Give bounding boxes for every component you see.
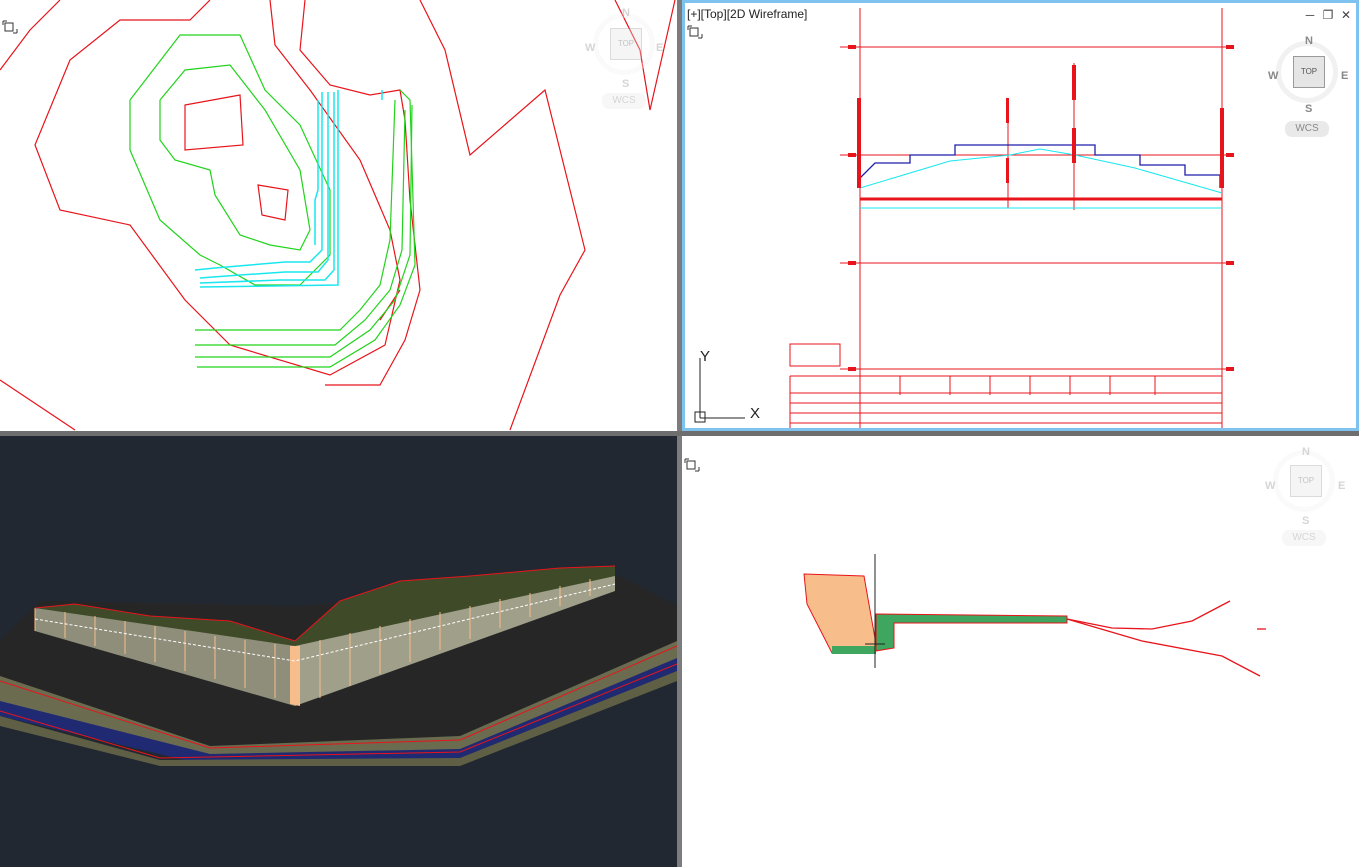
compass-south[interactable]: S xyxy=(1302,515,1309,527)
viewport-label[interactable]: [+][Top][2D Wireframe] xyxy=(687,7,807,21)
profile-viewport[interactable]: [+][Top][2D Wireframe] ─ ❐ ✕ N S W E TOP… xyxy=(682,0,1359,431)
wcs-menu[interactable]: WCS xyxy=(602,93,646,109)
wcs-menu[interactable]: WCS xyxy=(1282,530,1326,546)
compass-east[interactable]: E xyxy=(1341,70,1348,82)
compass-west[interactable]: W xyxy=(1265,480,1275,492)
viewcube[interactable]: N S W E TOP WCS xyxy=(580,5,670,125)
compass-north[interactable]: N xyxy=(622,7,630,19)
viewport-controls: ─ ❐ ✕ xyxy=(1304,9,1352,21)
compass-south[interactable]: S xyxy=(1305,103,1312,115)
minimize-icon[interactable]: ─ xyxy=(1304,9,1316,21)
contour-drawing xyxy=(0,0,676,431)
section-drawing xyxy=(803,554,1266,677)
compass-east[interactable]: E xyxy=(656,42,663,54)
ucs-y-label: Y xyxy=(700,348,711,365)
3d-scene xyxy=(0,565,677,766)
ucs-axis-icon: Y X xyxy=(690,348,760,423)
ucs-icon[interactable] xyxy=(687,23,703,39)
viewcube[interactable]: N S W E TOP WCS xyxy=(1263,33,1353,153)
restore-icon[interactable]: ❐ xyxy=(1322,9,1334,21)
contour-plan-viewport[interactable]: N S W E TOP WCS xyxy=(0,0,677,431)
viewcube-top-face[interactable]: TOP xyxy=(1293,56,1325,88)
ucs-icon[interactable] xyxy=(2,18,18,34)
ucs-icon[interactable] xyxy=(684,456,700,472)
compass-south[interactable]: S xyxy=(622,78,629,90)
compass-west[interactable]: W xyxy=(1268,70,1278,82)
wcs-menu[interactable]: WCS xyxy=(1285,121,1329,137)
ucs-x-label: X xyxy=(750,405,761,422)
compass-north[interactable]: N xyxy=(1305,35,1313,47)
profile-drawing xyxy=(789,8,1234,428)
3d-render-viewport[interactable] xyxy=(0,436,677,867)
viewcube-top-face[interactable]: TOP xyxy=(1290,465,1322,497)
compass-east[interactable]: E xyxy=(1338,480,1345,492)
compass-north[interactable]: N xyxy=(1302,446,1310,458)
viewport-splitter-horizontal[interactable] xyxy=(0,431,1359,436)
section-viewport[interactable]: N S W E TOP WCS xyxy=(682,436,1359,867)
compass-west[interactable]: W xyxy=(585,42,595,54)
viewcube[interactable]: N S W E TOP WCS xyxy=(1260,442,1350,562)
viewcube-top-face[interactable]: TOP xyxy=(610,28,642,60)
close-icon[interactable]: ✕ xyxy=(1340,9,1352,21)
